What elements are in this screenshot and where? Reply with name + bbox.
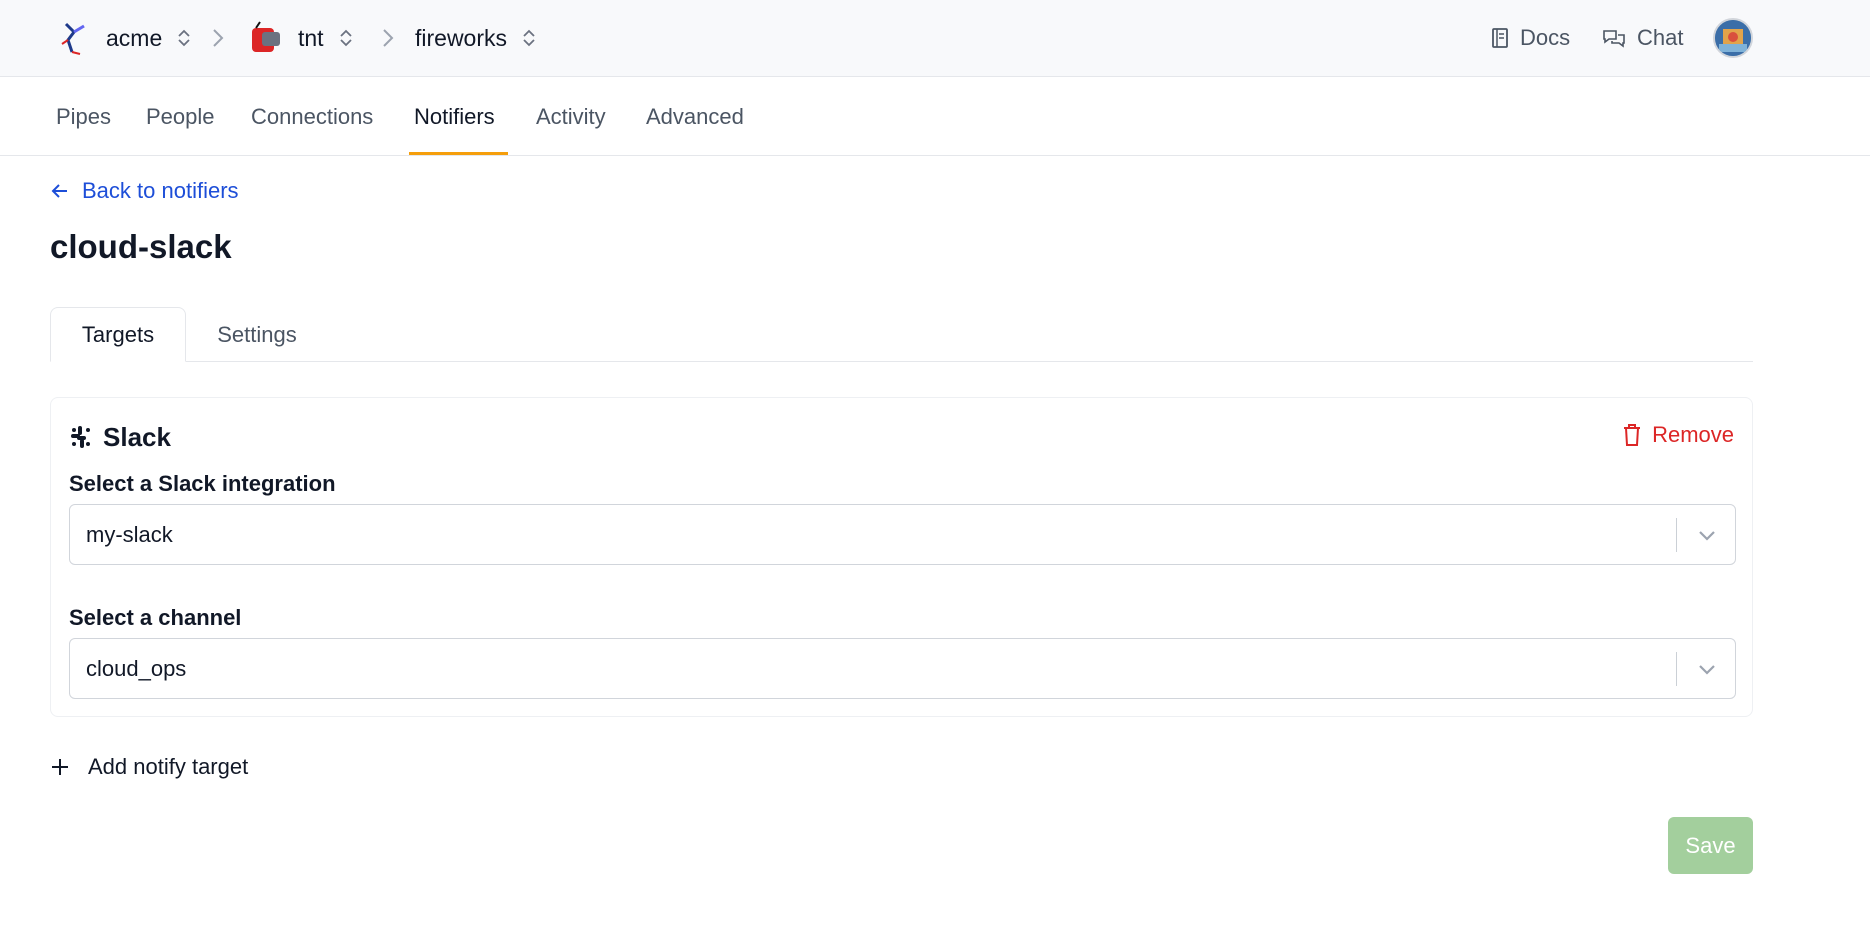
chat-icon <box>1603 30 1625 48</box>
channel-value: cloud_ops <box>86 655 187 681</box>
select-separator <box>1676 518 1677 552</box>
docs-link[interactable]: Docs <box>1490 20 1570 56</box>
integration-value: my-slack <box>86 521 173 547</box>
book-icon <box>1492 28 1508 48</box>
nav-tab-people[interactable]: People <box>146 78 215 156</box>
page-title: cloud-slack <box>50 228 232 265</box>
target-title: Slack <box>69 420 171 454</box>
integration-label: Select a Slack integration <box>69 471 336 496</box>
back-to-notifiers-link[interactable]: Back to notifiers <box>50 174 239 208</box>
add-notify-target-button[interactable]: Add notify target <box>50 750 248 784</box>
updown-icon <box>178 29 190 47</box>
chevron-down-icon[interactable] <box>1695 523 1719 547</box>
breadcrumb-project[interactable]: tnt <box>246 14 354 62</box>
remove-label: Remove <box>1652 422 1734 447</box>
user-avatar[interactable] <box>1713 18 1753 58</box>
nav-tab-notifiers[interactable]: Notifiers <box>414 78 495 156</box>
breadcrumb-project-label: tnt <box>298 24 324 51</box>
slack-target-card: Slack Remove Select a Slack integration … <box>50 397 1753 717</box>
chevron-down-icon[interactable] <box>1695 657 1719 681</box>
tab-targets[interactable]: Targets <box>50 307 186 362</box>
channel-label: Select a channel <box>69 605 242 630</box>
active-tab-indicator <box>409 152 508 155</box>
integration-select[interactable]: my-slack <box>69 504 1736 565</box>
breadcrumb-pipeline[interactable]: fireworks <box>415 14 537 62</box>
target-title-label: Slack <box>103 421 171 452</box>
top-bar: acme tnt fireworks Docs Chat <box>0 0 1870 77</box>
chevron-right-icon <box>383 29 394 47</box>
plus-icon <box>52 759 68 775</box>
select-separator <box>1676 652 1677 686</box>
arrow-left-icon <box>51 184 67 198</box>
chat-link[interactable]: Chat <box>1601 20 1683 56</box>
main-nav: Pipes People Connections Notifiers Activ… <box>0 78 1870 156</box>
updown-icon <box>523 29 535 47</box>
channel-select[interactable]: cloud_ops <box>69 638 1736 699</box>
tnt-logo-icon <box>246 18 286 58</box>
chevron-right-icon <box>213 29 224 47</box>
remove-target-button[interactable]: Remove <box>1622 418 1734 452</box>
breadcrumb-org[interactable]: acme <box>54 14 192 62</box>
roadrunner-logo-icon <box>54 18 94 58</box>
docs-label: Docs <box>1520 25 1571 50</box>
nav-tab-pipes[interactable]: Pipes <box>56 78 111 156</box>
trash-icon <box>1624 424 1641 446</box>
updown-icon <box>339 29 352 47</box>
add-target-label: Add notify target <box>88 754 249 779</box>
nav-tab-connections[interactable]: Connections <box>251 78 373 156</box>
slack-icon <box>71 426 90 448</box>
save-button[interactable]: Save <box>1668 817 1753 874</box>
nav-tab-activity[interactable]: Activity <box>536 78 606 156</box>
nav-tab-advanced[interactable]: Advanced <box>646 78 744 156</box>
breadcrumb-pipeline-label: fireworks <box>415 24 508 51</box>
back-link-label: Back to notifiers <box>82 178 239 203</box>
chat-label: Chat <box>1637 25 1684 50</box>
tab-settings[interactable]: Settings <box>186 307 328 362</box>
breadcrumb-org-label: acme <box>106 24 163 51</box>
